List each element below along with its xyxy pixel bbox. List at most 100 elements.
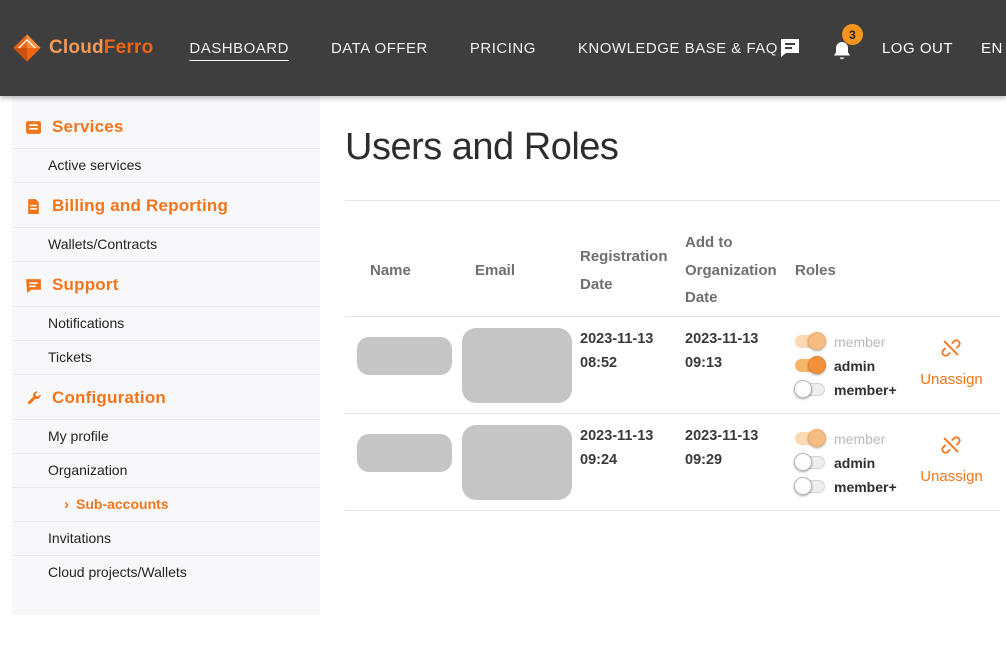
cloudferro-logo[interactable]: CloudFerro xyxy=(12,33,153,63)
table-row: 2023-11-13 08:52 2023-11-13 09:13 member… xyxy=(345,317,1000,414)
time-value: 09:24 xyxy=(580,449,685,473)
wrench-icon xyxy=(25,390,42,407)
messages-icon[interactable] xyxy=(778,36,802,60)
unlink-icon xyxy=(940,434,962,461)
date-value: 2023-11-13 xyxy=(685,328,795,352)
sidebar-section-title: Configuration xyxy=(52,388,166,408)
unassign-button[interactable]: Unassign xyxy=(920,414,983,485)
navbar-right: 3 LOG OUT EN ▾ xyxy=(778,33,1006,63)
sidebar-item-tickets[interactable]: Tickets xyxy=(12,341,320,375)
billing-icon xyxy=(25,198,42,215)
sidebar-item-organization[interactable]: Organization xyxy=(12,454,320,488)
member-toggle[interactable] xyxy=(795,432,825,445)
add-to-organization-date-cell: 2023-11-13 09:13 xyxy=(685,317,795,376)
notifications-bell-icon[interactable]: 3 xyxy=(830,39,854,63)
role-row-member-plus: member+ xyxy=(795,380,903,399)
role-label: member+ xyxy=(834,479,897,495)
nav-dashboard[interactable]: DASHBOARD xyxy=(189,40,289,57)
main-content: Users and Roles Name Email Registration … xyxy=(345,96,1000,511)
name-cell xyxy=(345,317,460,375)
role-label: member xyxy=(834,334,885,350)
nav-pricing[interactable]: PRICING xyxy=(470,40,536,57)
table-row: 2023-11-13 09:24 2023-11-13 09:29 member… xyxy=(345,414,1000,511)
sidebar-item-wallets-contracts[interactable]: Wallets/Contracts xyxy=(12,228,320,262)
sidebar-item-active-services[interactable]: Active services xyxy=(12,149,320,183)
email-placeholder xyxy=(462,425,572,500)
nav-data-offer[interactable]: DATA OFFER xyxy=(331,40,428,57)
column-header-roles: Roles xyxy=(795,257,903,285)
column-header-add-to-organization-date: Add to Organization Date xyxy=(685,229,795,312)
date-value: 2023-11-13 xyxy=(685,425,795,449)
member-plus-toggle[interactable] xyxy=(795,383,825,396)
name-placeholder xyxy=(357,337,452,375)
date-value: 2023-11-13 xyxy=(580,328,685,352)
sidebar-section-support: Support xyxy=(12,262,320,307)
unassign-button[interactable]: Unassign xyxy=(920,317,983,388)
add-to-organization-date-cell: 2023-11-13 09:29 xyxy=(685,414,795,473)
email-cell xyxy=(460,414,580,500)
role-label: member xyxy=(834,431,885,447)
role-row-member: member xyxy=(795,429,903,448)
language-label: EN xyxy=(981,40,1003,57)
language-selector[interactable]: EN ▾ xyxy=(981,40,1006,57)
support-icon xyxy=(25,277,42,294)
role-row-member-plus: member+ xyxy=(795,477,903,496)
sidebar-item-cloud-projects-wallets[interactable]: Cloud projects/Wallets xyxy=(12,556,320,589)
email-cell xyxy=(460,317,580,403)
cloudferro-logo-icon xyxy=(12,33,42,63)
brand-cloud: Cloud xyxy=(49,37,104,58)
chevron-right-icon: › xyxy=(64,497,69,512)
unassign-label: Unassign xyxy=(920,468,983,485)
time-value: 08:52 xyxy=(580,352,685,376)
toggle-knob xyxy=(794,380,812,398)
roles-cell: member admin member+ xyxy=(795,317,903,399)
toggle-knob xyxy=(808,356,826,374)
registration-date-cell: 2023-11-13 09:24 xyxy=(580,414,685,473)
role-label: member+ xyxy=(834,382,897,398)
nav-knowledge-base[interactable]: KNOWLEDGE BASE & FAQ xyxy=(578,40,778,57)
sidebar-item-sub-accounts[interactable]: › Sub-accounts xyxy=(12,488,320,522)
sidebar-section-billing: Billing and Reporting xyxy=(12,183,320,228)
column-header-email: Email xyxy=(460,257,580,285)
sidebar-section-title: Support xyxy=(52,275,119,295)
role-label: admin xyxy=(834,455,875,471)
sidebar-item-my-profile[interactable]: My profile xyxy=(12,420,320,454)
name-cell xyxy=(345,414,460,472)
sidebar-item-label: Sub-accounts xyxy=(76,496,169,512)
sidebar-section-services: Services xyxy=(12,104,320,149)
toggle-knob xyxy=(808,429,826,447)
admin-toggle[interactable] xyxy=(795,456,825,469)
time-value: 09:13 xyxy=(685,352,795,376)
name-placeholder xyxy=(357,434,452,472)
role-row-member: member xyxy=(795,332,903,351)
roles-cell: member admin member+ xyxy=(795,414,903,496)
member-toggle[interactable] xyxy=(795,335,825,348)
toggle-knob xyxy=(808,332,826,350)
page-title: Users and Roles xyxy=(345,126,1000,169)
users-roles-table: Name Email Registration Date Add to Orga… xyxy=(345,225,1000,511)
logout-button[interactable]: LOG OUT xyxy=(882,40,953,57)
admin-toggle[interactable] xyxy=(795,359,825,372)
title-divider xyxy=(345,200,1000,201)
email-placeholder xyxy=(462,328,572,403)
role-label: admin xyxy=(834,358,875,374)
top-navbar: CloudFerro DASHBOARD DATA OFFER PRICING … xyxy=(0,0,1006,96)
sidebar-item-invitations[interactable]: Invitations xyxy=(12,522,320,556)
member-plus-toggle[interactable] xyxy=(795,480,825,493)
toggle-knob xyxy=(794,453,812,471)
services-icon xyxy=(25,119,42,136)
column-header-name: Name xyxy=(345,257,460,285)
date-value: 2023-11-13 xyxy=(580,425,685,449)
column-header-registration-date: Registration Date xyxy=(580,243,685,299)
role-row-admin: admin xyxy=(795,356,903,375)
sidebar-section-configuration: Configuration xyxy=(12,375,320,420)
sidebar-section-title: Billing and Reporting xyxy=(52,196,228,216)
unlink-icon xyxy=(940,337,962,364)
table-header-row: Name Email Registration Date Add to Orga… xyxy=(345,225,1000,317)
unassign-label: Unassign xyxy=(920,371,983,388)
sidebar-section-title: Services xyxy=(52,117,124,137)
registration-date-cell: 2023-11-13 08:52 xyxy=(580,317,685,376)
sidebar-item-notifications[interactable]: Notifications xyxy=(12,307,320,341)
time-value: 09:29 xyxy=(685,449,795,473)
role-row-admin: admin xyxy=(795,453,903,472)
